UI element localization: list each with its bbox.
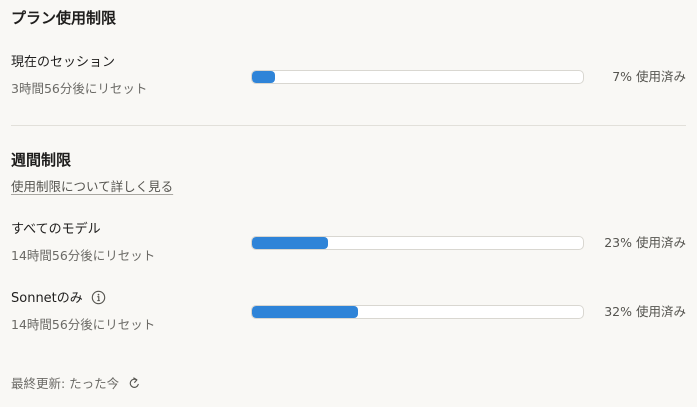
sonnet-only-progress-fill — [252, 306, 358, 318]
learn-more-link[interactable]: 使用制限について詳しく見る — [11, 178, 173, 196]
current-session-reset-time: 3時間56分後にリセット — [11, 81, 148, 96]
sonnet-only-reset-time: 14時間56分後にリセット — [11, 317, 156, 332]
sonnet-only-label: Sonnetのみ — [11, 291, 83, 306]
all-models-reset-time: 14時間56分後にリセット — [11, 248, 156, 263]
last-updated: 最終更新: たった今 — [11, 375, 141, 393]
info-icon[interactable] — [91, 290, 106, 305]
weekly-limits-title: 週間制限 — [11, 151, 72, 169]
current-session-usage-text: 7% 使用済み — [612, 69, 686, 84]
plan-usage-title: プラン使用制限 — [11, 9, 117, 27]
sonnet-only-usage-text: 32% 使用済み — [604, 304, 686, 319]
refresh-icon[interactable] — [128, 377, 141, 390]
sonnet-only-progress-bar — [251, 305, 584, 319]
all-models-label: すべてのモデル — [11, 222, 101, 237]
current-session-progress-fill — [252, 71, 276, 83]
current-session-label: 現在のセッション — [11, 55, 116, 70]
all-models-usage-text: 23% 使用済み — [604, 235, 686, 250]
plan-usage-panel: プラン使用制限 現在のセッション 3時間56分後にリセット 7% 使用済み 週間… — [0, 0, 697, 407]
all-models-progress-fill — [252, 237, 329, 249]
section-divider — [11, 125, 686, 126]
all-models-progress-bar — [251, 236, 584, 250]
current-session-progress-bar — [251, 70, 584, 84]
sonnet-only-label-wrap: Sonnetのみ — [11, 290, 106, 308]
last-updated-text: 最終更新: たった今 — [11, 376, 120, 391]
